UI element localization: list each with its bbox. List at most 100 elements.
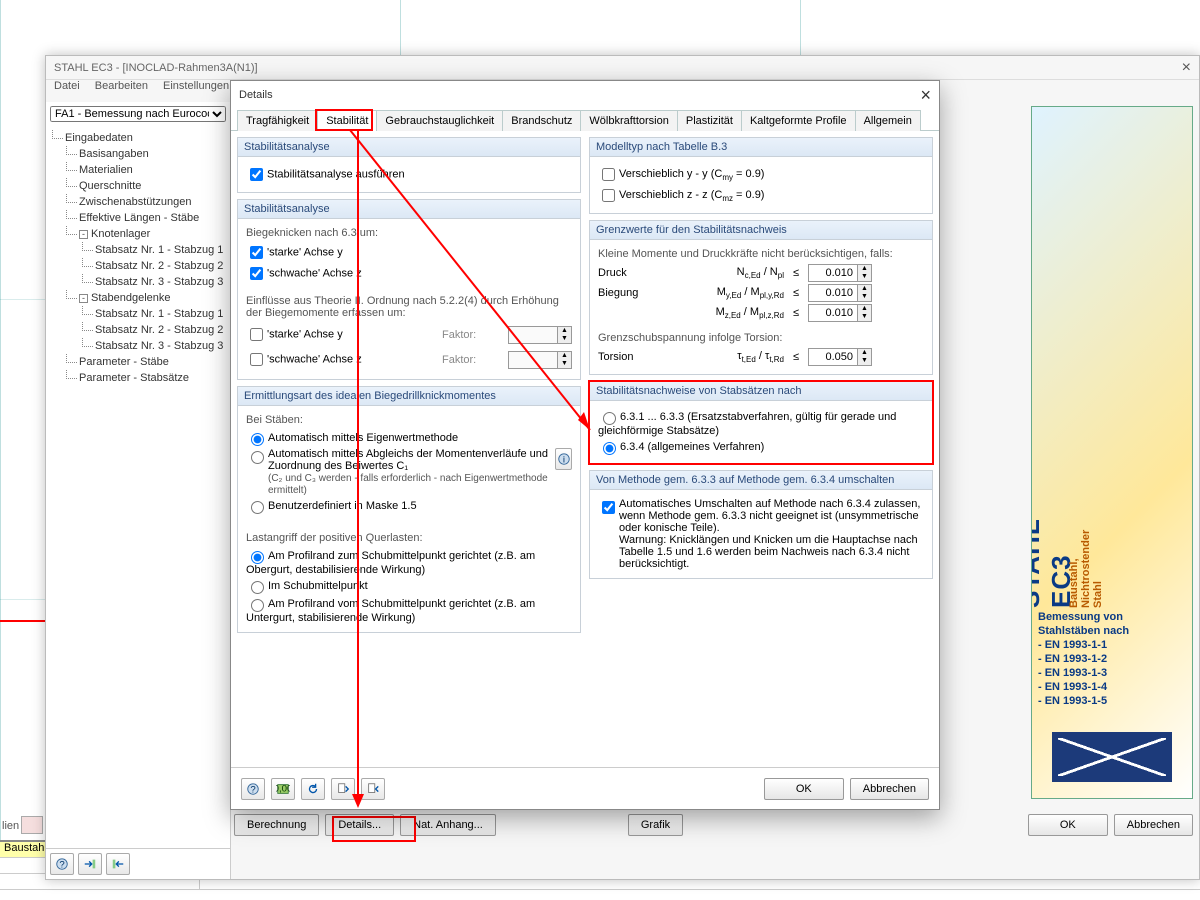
module-subtitle: Baustahl, Nichtrostender Stahl xyxy=(1068,520,1104,608)
import-icon[interactable] xyxy=(78,853,102,875)
help-icon[interactable]: ? xyxy=(50,853,74,875)
dialog-close-icon[interactable]: × xyxy=(920,85,931,106)
svg-text:?: ? xyxy=(59,860,64,871)
faktor-spinner[interactable]: ▲▼ xyxy=(508,326,572,344)
group-analysis: Stabilitätsanalyse Stabilitätsanalyse au… xyxy=(237,137,581,193)
tree-item[interactable]: Querschnitte xyxy=(48,178,228,194)
tree-item[interactable]: Zwischenabstützungen xyxy=(48,194,228,210)
dialog-tab[interactable]: Kaltgeformte Profile xyxy=(741,110,856,131)
limit-spinner[interactable]: ▲▼ xyxy=(808,264,872,282)
group-head: Stabilitätsnachweise von Stabsätzen nach xyxy=(590,382,932,401)
tree-item[interactable]: Materialien xyxy=(48,162,228,178)
faktor-label: Faktor: xyxy=(442,329,502,341)
chk-run-analysis[interactable]: Stabilitätsanalyse ausführen xyxy=(246,165,572,184)
group-head: Stabilitätsanalyse xyxy=(238,200,580,219)
dialog-tab[interactable]: Brandschutz xyxy=(502,110,581,131)
radio-user-defined[interactable]: Benutzerdefiniert in Maske 1.5 xyxy=(246,498,572,514)
group-head: Stabilitätsanalyse xyxy=(238,138,580,157)
radio-634[interactable]: 6.3.4 (allgemeines Verfahren) xyxy=(598,439,924,455)
sublabel: Einflüsse aus Theorie II. Ordnung nach 5… xyxy=(246,295,572,319)
radio-633[interactable]: 6.3.1 ... 6.3.3 (Ersatzstabverfahren, gü… xyxy=(598,409,924,437)
bottom-tab[interactable] xyxy=(21,816,43,834)
dialog-tab[interactable]: Allgemein xyxy=(855,110,921,131)
chk-weak-axis[interactable]: 'schwache' Achse z xyxy=(246,264,572,283)
radio-load-shear[interactable]: Im Schubmittelpunkt xyxy=(246,578,572,594)
tree-item[interactable]: Stabsatz Nr. 1 - Stabzug 1 xyxy=(48,306,228,322)
le-icon: ≤ xyxy=(790,307,802,319)
load-icon[interactable] xyxy=(331,778,355,800)
nat-anhang-button[interactable]: Nat. Anhang... xyxy=(400,814,496,836)
radio-load-top[interactable]: Am Profilrand zum Schubmittelpunkt geric… xyxy=(246,548,572,576)
info-panel: STAHL EC3 Baustahl, Nichtrostender Stahl… xyxy=(1031,106,1193,799)
norm-item: - EN 1993-1-3 xyxy=(1038,666,1186,680)
group-head: Grenzwerte für den Stabilitätsnachweis xyxy=(590,221,932,240)
case-dropdown[interactable]: FA1 - Bemessung nach Eurocod xyxy=(50,106,226,122)
save-icon[interactable] xyxy=(361,778,385,800)
norms-head: Bemessung von Stahlstäben nach xyxy=(1038,610,1186,638)
radio-eigenvalue[interactable]: Automatisch mittels Eigenwertmethode xyxy=(246,430,572,446)
dialog-tab[interactable]: Plastizität xyxy=(677,110,742,131)
main-close-icon[interactable]: × xyxy=(1182,56,1191,79)
nav-tree[interactable]: EingabedatenBasisangabenMaterialienQuers… xyxy=(46,126,230,848)
sublabel: Kleine Momente und Druckkräfte nicht ber… xyxy=(598,248,924,260)
dialog-tab[interactable]: Wölbkrafttorsion xyxy=(580,110,677,131)
tree-item[interactable]: Basisangaben xyxy=(48,146,228,162)
tree-item[interactable]: Stabsatz Nr. 1 - Stabzug 1 xyxy=(48,242,228,258)
group-member-sets: Stabilitätsnachweise von Stabsätzen nach… xyxy=(589,381,933,464)
tree-item[interactable]: Stabsatz Nr. 3 - Stabzug 3 xyxy=(48,274,228,290)
tree-item[interactable]: Stabsatz Nr. 2 - Stabzug 2 xyxy=(48,258,228,274)
dialog-tab[interactable]: Stabilität xyxy=(317,110,377,131)
chk-weak-axis-2[interactable]: 'schwache' Achse z xyxy=(246,350,436,369)
menu-item[interactable]: Einstellungen xyxy=(163,80,229,92)
dialog-tab[interactable]: Tragfähigkeit xyxy=(237,110,318,131)
radio-load-bottom[interactable]: Am Profilrand vom Schubmittelpunkt geric… xyxy=(246,596,572,624)
norm-item: - EN 1993-1-4 xyxy=(1038,680,1186,694)
tree-item[interactable]: Parameter - Stabsätze xyxy=(48,370,228,386)
bottom-tab-label: lien xyxy=(2,820,19,832)
ok-button[interactable]: OK xyxy=(1028,814,1108,836)
chk-sway-y[interactable]: Verschieblich y - y (Cmy = 0.9) xyxy=(598,165,924,184)
export-icon[interactable] xyxy=(106,853,130,875)
reset-icon[interactable] xyxy=(301,778,325,800)
details-button[interactable]: Details... xyxy=(325,814,394,836)
faktor-spinner[interactable]: ▲▼ xyxy=(508,351,572,369)
dialog-tabs: TragfähigkeitStabilitätGebrauchstauglich… xyxy=(231,109,939,131)
chk-sway-z[interactable]: Verschieblich z - z (Cmz = 0.9) xyxy=(598,186,924,205)
chk-auto-switch[interactable]: Automatisches Umschalten auf Methode nac… xyxy=(598,498,924,570)
cancel-button[interactable]: Abbrechen xyxy=(1114,814,1193,836)
info-icon[interactable]: i xyxy=(555,448,572,470)
tree-item[interactable]: Stabsatz Nr. 2 - Stabzug 2 xyxy=(48,322,228,338)
group-buckling: Stabilitätsanalyse Biegeknicken nach 6.3… xyxy=(237,199,581,380)
details-dialog: Details × TragfähigkeitStabilitätGebrauc… xyxy=(230,80,940,810)
sidebar: FA1 - Bemessung nach Eurocod Eingabedate… xyxy=(46,102,231,879)
norm-item: - EN 1993-1-1 xyxy=(1038,638,1186,652)
dialog-tab[interactable]: Gebrauchstauglichkeit xyxy=(376,110,503,131)
dialog-cancel-button[interactable]: Abbrechen xyxy=(850,778,929,800)
dialog-footer: ? 0,00 OK Abbrechen xyxy=(231,767,939,809)
help-icon[interactable]: ? xyxy=(241,778,265,800)
dialog-ok-button[interactable]: OK xyxy=(764,778,844,800)
chk-strong-axis-2[interactable]: 'starke' Achse y xyxy=(246,325,436,344)
limit-spinner[interactable]: ▲▼ xyxy=(808,348,872,366)
le-icon: ≤ xyxy=(790,351,802,363)
group-model-type: Modelltyp nach Tabelle B.3 Verschieblich… xyxy=(589,137,933,214)
tree-item[interactable]: Eingabedaten xyxy=(48,130,228,146)
tree-item[interactable]: -Knotenlager xyxy=(48,226,228,242)
radio-moment-match[interactable]: Automatisch mittels Abgleichs der Moment… xyxy=(246,448,572,496)
tree-item[interactable]: -Stabendgelenke xyxy=(48,290,228,306)
le-icon: ≤ xyxy=(790,287,802,299)
sublabel: Grenzschubspannung infolge Torsion: xyxy=(598,332,924,344)
footer-bar: Berechnung Details... Nat. Anhang... Gra… xyxy=(234,811,1193,839)
limit-spinner[interactable]: ▲▼ xyxy=(808,304,872,322)
tree-item[interactable]: Effektive Längen - Stäbe xyxy=(48,210,228,226)
menu-item[interactable]: Datei xyxy=(54,80,80,92)
tree-item[interactable]: Parameter - Stäbe xyxy=(48,354,228,370)
menu-item[interactable]: Bearbeiten xyxy=(95,80,148,92)
limit-spinner[interactable]: ▲▼ xyxy=(808,284,872,302)
limit-label: Druck xyxy=(598,267,668,279)
grafik-button[interactable]: Grafik xyxy=(628,814,683,836)
chk-strong-axis[interactable]: 'starke' Achse y xyxy=(246,243,572,262)
calc-button[interactable]: Berechnung xyxy=(234,814,319,836)
units-icon[interactable]: 0,00 xyxy=(271,778,295,800)
tree-item[interactable]: Stabsatz Nr. 3 - Stabzug 3 xyxy=(48,338,228,354)
